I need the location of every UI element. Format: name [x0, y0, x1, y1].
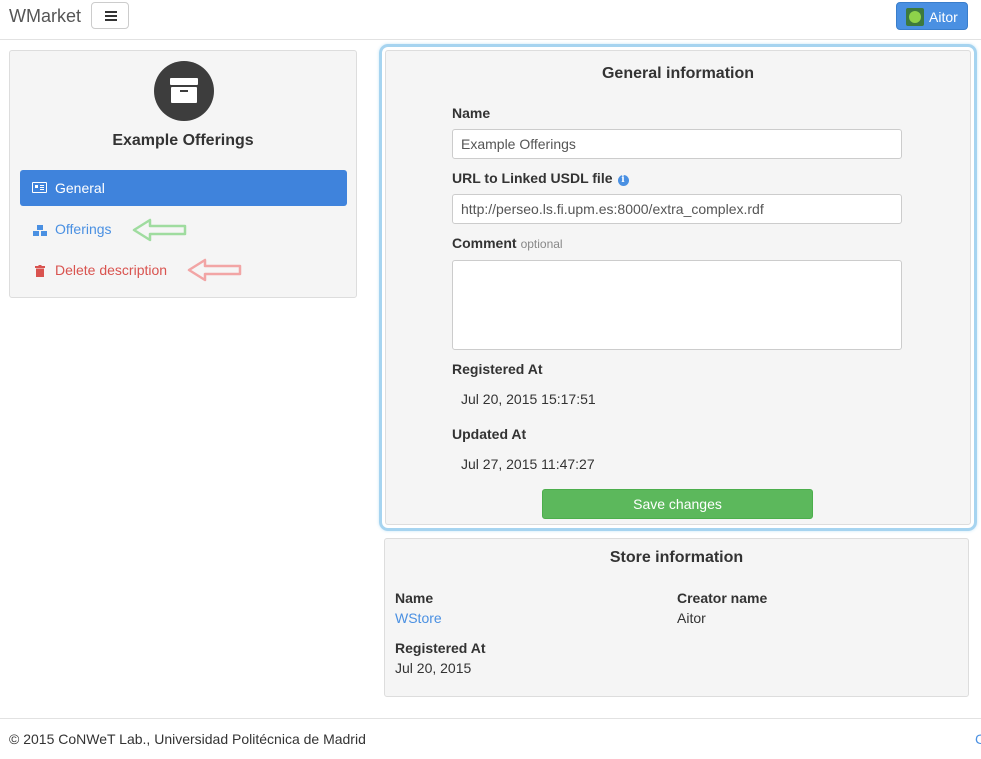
- name-input[interactable]: [452, 129, 902, 159]
- green-arrow-annotation: [132, 218, 187, 242]
- top-navbar: WMarket Aitor: [0, 0, 981, 40]
- updated-at-value: Jul 27, 2015 11:47:27: [461, 456, 595, 472]
- store-registered-value: Jul 20, 2015: [395, 660, 472, 676]
- general-information-panel: General information Name URL to Linked U…: [379, 44, 977, 531]
- trash-icon: [35, 265, 45, 277]
- registered-at-label: Registered At: [452, 361, 543, 377]
- optional-hint: optional: [520, 237, 563, 251]
- menu-toggle-button[interactable]: [91, 2, 129, 29]
- footer-divider: [0, 718, 981, 719]
- url-label: URL to Linked USDL file i: [452, 170, 629, 186]
- brand-logo[interactable]: WMarket: [9, 6, 81, 27]
- red-arrow-annotation: [187, 258, 242, 282]
- store-information-panel: Store information Name WStore Creator na…: [384, 538, 969, 697]
- comment-textarea[interactable]: [452, 260, 902, 350]
- url-input[interactable]: [452, 194, 902, 224]
- panel-heading: General information: [601, 65, 755, 82]
- registered-at-value: Jul 20, 2015 15:17:51: [461, 391, 596, 407]
- creator-name-label: Creator name: [677, 590, 768, 606]
- panel-heading: Store information: [609, 549, 744, 566]
- cubes-icon: [33, 225, 47, 236]
- sidebar-item-general[interactable]: General: [20, 170, 347, 206]
- user-menu-button[interactable]: Aitor: [896, 2, 968, 30]
- archive-icon: [154, 61, 214, 121]
- info-icon[interactable]: i: [617, 175, 629, 186]
- sidebar-item-label: Offerings: [55, 221, 112, 237]
- hamburger-icon: [105, 11, 117, 13]
- store-name-label: Name: [395, 590, 434, 606]
- sidebar-title: Example Offerings: [112, 132, 254, 149]
- user-name: Aitor: [929, 9, 958, 25]
- creator-name-value: Aitor: [677, 610, 706, 626]
- sidebar-item-label: Delete description: [55, 262, 168, 278]
- footer-copyright: © 2015 CoNWeT Lab., Universidad Politécn…: [9, 731, 366, 747]
- store-name-link[interactable]: WStore: [395, 610, 442, 626]
- store-registered-label: Registered At: [395, 640, 486, 656]
- updated-at-label: Updated At: [452, 426, 527, 442]
- sidebar: Example Offerings General Offerings Dele…: [9, 50, 357, 298]
- sidebar-item-label: General: [55, 180, 105, 196]
- footer-link[interactable]: C: [975, 731, 981, 747]
- id-card-icon: [32, 182, 47, 193]
- avatar: [906, 8, 924, 26]
- comment-label: Comment optional: [452, 235, 563, 251]
- save-changes-button[interactable]: Save changes: [542, 489, 813, 519]
- name-label: Name: [452, 105, 491, 121]
